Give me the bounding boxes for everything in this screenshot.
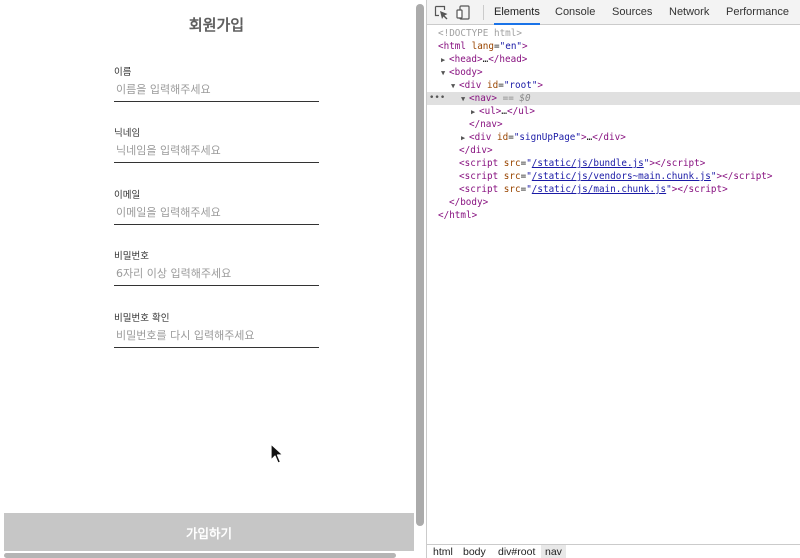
password-confirm-input[interactable]: [114, 323, 319, 348]
dom-head[interactable]: ▶ <head>…</head>: [427, 53, 800, 66]
dom-script[interactable]: <script src="/static/js/vendors~main.chu…: [427, 170, 800, 183]
horizontal-scrollbar[interactable]: [4, 553, 396, 558]
dom-nav-selected[interactable]: ••• ▼ <nav> == $0: [427, 92, 800, 105]
nickname-field: 닉네임: [114, 125, 319, 163]
email-label: 이메일: [114, 190, 141, 201]
breadcrumb-item-body[interactable]: body: [459, 545, 490, 558]
dom-html-close[interactable]: </html>: [427, 209, 800, 222]
dom-body-close[interactable]: </body>: [427, 196, 800, 209]
email-input[interactable]: [114, 200, 319, 225]
name-label: 이름: [114, 67, 132, 78]
tab-performance[interactable]: Performance: [726, 0, 789, 25]
tab-elements[interactable]: Elements: [494, 0, 540, 25]
devtools-panel: Elements Console Sources Network Perform…: [426, 0, 800, 558]
dom-script[interactable]: <script src="/static/js/main.chunk.js"><…: [427, 183, 800, 196]
mouse-cursor-icon: [270, 443, 284, 464]
nickname-input[interactable]: [114, 138, 319, 163]
doctype-text: <!DOCTYPE html>: [438, 28, 522, 39]
email-field: 이메일: [114, 187, 319, 225]
breadcrumb-item-root[interactable]: div#root: [494, 545, 539, 558]
dom-root-close[interactable]: </div>: [427, 144, 800, 157]
dom-tree: <!DOCTYPE html> <html lang="en"> ▶ <head>…: [427, 27, 800, 222]
password-confirm-label: 비밀번호 확인: [114, 313, 170, 324]
dom-ul[interactable]: ▶ <ul>…</ul>: [427, 105, 800, 118]
vertical-scrollbar[interactable]: [416, 4, 424, 526]
tab-network[interactable]: Network: [669, 0, 709, 25]
dom-doctype[interactable]: <!DOCTYPE html>: [427, 27, 800, 40]
dom-html-open[interactable]: <html lang="en">: [427, 40, 800, 53]
password-input[interactable]: [114, 261, 319, 286]
script-link[interactable]: /static/js/bundle.js: [532, 158, 644, 169]
device-toolbar-icon[interactable]: [456, 5, 471, 20]
password-label: 비밀번호: [114, 251, 149, 262]
signup-button[interactable]: 가입하기: [4, 513, 414, 551]
dom-body-open[interactable]: ▼ <body>: [427, 66, 800, 79]
dom-signup-div[interactable]: ▶ <div id="signUpPage">…</div>: [427, 131, 800, 144]
password-confirm-field: 비밀번호 확인: [114, 310, 319, 348]
dom-nav-close[interactable]: </nav>: [427, 118, 800, 131]
breadcrumb-item-html[interactable]: html: [429, 545, 457, 558]
tab-sources[interactable]: Sources: [612, 0, 652, 25]
breadcrumb: html body div#root nav: [427, 544, 800, 558]
devtools-toolbar: Elements Console Sources Network Perform…: [427, 0, 800, 25]
breadcrumb-item-nav[interactable]: nav: [541, 545, 566, 558]
tab-console[interactable]: Console: [555, 0, 595, 25]
script-link[interactable]: /static/js/vendors~main.chunk.js: [532, 171, 711, 182]
name-input[interactable]: [114, 77, 319, 102]
dom-root-div[interactable]: ▼ <div id="root">: [427, 79, 800, 92]
page-viewport: 회원가입 이름 닉네임 이메일 비밀번호 비밀번호 확인 가입하기: [0, 0, 416, 558]
inspect-element-icon[interactable]: [434, 5, 449, 20]
more-options-icon[interactable]: •••: [429, 92, 445, 105]
script-link[interactable]: /static/js/main.chunk.js: [532, 184, 666, 195]
toolbar-separator: [483, 5, 484, 20]
dom-script[interactable]: <script src="/static/js/bundle.js"></scr…: [427, 157, 800, 170]
page-title: 회원가입: [188, 16, 245, 34]
nickname-label: 닉네임: [114, 128, 141, 139]
name-field: 이름: [114, 64, 319, 102]
password-field: 비밀번호: [114, 248, 319, 286]
